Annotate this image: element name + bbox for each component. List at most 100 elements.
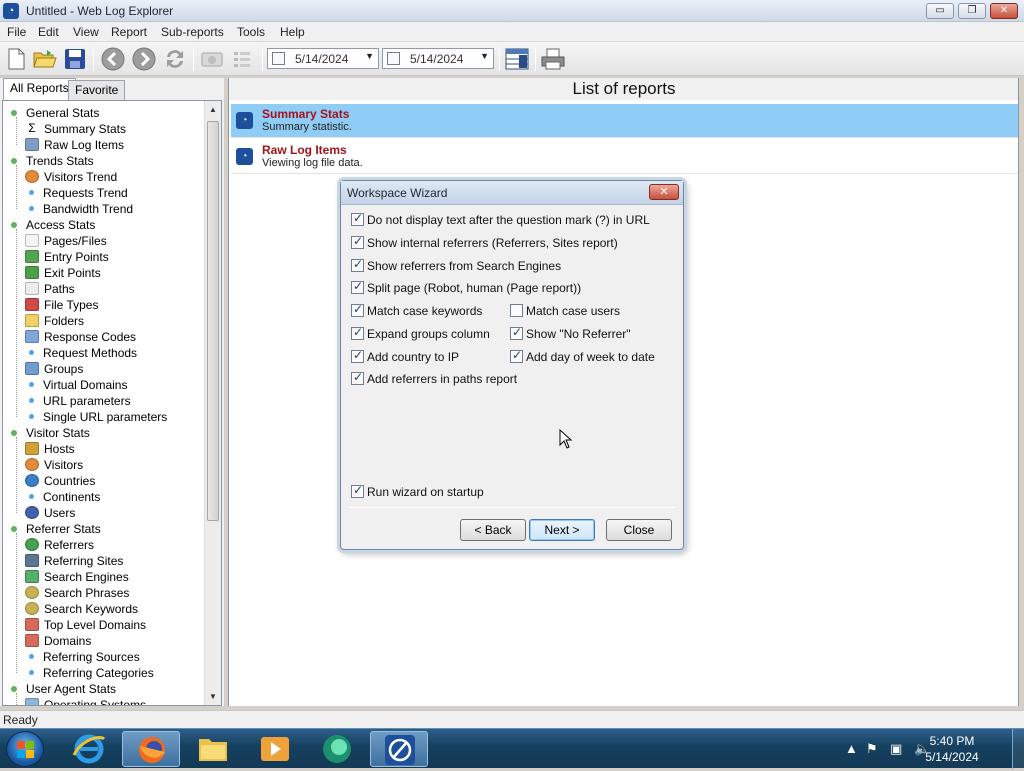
tree-item[interactable]: Hosts: [25, 441, 75, 457]
tree-item[interactable]: URL parameters: [25, 393, 131, 409]
media-player-icon[interactable]: [246, 731, 304, 767]
tree-item[interactable]: Top Level Domains: [25, 617, 146, 633]
option-expand-groups-column[interactable]: Expand groups column: [351, 325, 490, 342]
option-show-no-referrer[interactable]: Show "No Referrer": [510, 325, 631, 342]
tree-item[interactable]: Request Methods: [25, 345, 137, 361]
system-clock[interactable]: 5:40 PM 5/14/2024: [922, 733, 982, 765]
next-button[interactable]: Next >: [529, 519, 595, 541]
option-run-wizard-on-startup[interactable]: Run wizard on startup: [351, 483, 484, 500]
tree-item[interactable]: Search Engines: [25, 569, 129, 585]
tab-all-reports[interactable]: All Reports: [3, 78, 76, 100]
tree-group[interactable]: Visitor Stats: [11, 425, 90, 441]
list-view-icon[interactable]: [229, 46, 255, 72]
scroll-down-arrow-icon[interactable]: ▼: [209, 692, 217, 701]
refresh-icon[interactable]: [162, 46, 188, 72]
close-button[interactable]: ✕: [990, 3, 1018, 19]
tree-item[interactable]: Folders: [25, 313, 84, 329]
tree-item[interactable]: File Types: [25, 297, 98, 313]
chevron-down-icon[interactable]: ▼: [365, 51, 374, 61]
tree-item[interactable]: Response Codes: [25, 329, 136, 345]
option-match-case-keywords[interactable]: Match case keywords: [351, 302, 482, 319]
maximize-button[interactable]: ❐: [958, 3, 986, 19]
tree-item[interactable]: Visitors: [25, 457, 83, 473]
dialog-title-bar[interactable]: Workspace Wizard ✕: [341, 181, 683, 205]
tree-item[interactable]: Pages/Files: [25, 233, 107, 249]
tree-item[interactable]: Referrers: [25, 537, 94, 553]
tree-item[interactable]: Entry Points: [25, 249, 109, 265]
option-internal-referrers[interactable]: Show internal referrers (Referrers, Site…: [351, 234, 618, 251]
scrollbar-thumb[interactable]: [207, 121, 219, 521]
option-match-case-users[interactable]: Match case users: [510, 303, 620, 319]
tree-item[interactable]: Virtual Domains: [25, 377, 127, 393]
scroll-up-arrow-icon[interactable]: ▲: [209, 105, 217, 114]
tree-item[interactable]: Operating Systems: [25, 697, 146, 705]
internet-explorer-icon[interactable]: [60, 731, 118, 767]
columns-icon[interactable]: [504, 46, 530, 72]
menu-help[interactable]: Help: [280, 25, 305, 39]
back-arrow-icon[interactable]: [100, 46, 126, 72]
open-folder-icon[interactable]: [32, 46, 58, 72]
tree-item[interactable]: Groups: [25, 361, 83, 377]
close-dialog-button[interactable]: Close: [606, 519, 672, 541]
tree-item[interactable]: Single URL parameters: [25, 409, 167, 425]
checkbox[interactable]: [351, 483, 364, 499]
tab-favorite[interactable]: Favorite: [68, 80, 126, 100]
action-center-flag-icon[interactable]: ⚑: [866, 741, 878, 757]
option-split-page[interactable]: Split page (Robot, human (Page report)): [351, 279, 581, 296]
checkbox[interactable]: [351, 211, 364, 227]
network-icon[interactable]: ▣: [890, 741, 902, 757]
tree-item[interactable]: Referring Sites: [25, 553, 123, 569]
dialog-close-icon[interactable]: ✕: [649, 184, 679, 200]
tree-group[interactable]: Referrer Stats: [11, 521, 101, 537]
tree-group[interactable]: Trends Stats: [11, 153, 94, 169]
checkbox[interactable]: [510, 348, 523, 364]
menu-report[interactable]: Report: [111, 25, 147, 39]
checkbox[interactable]: [510, 304, 523, 318]
tree-item[interactable]: Domains: [25, 633, 91, 649]
web-log-explorer-icon[interactable]: [370, 731, 428, 767]
firefox-icon[interactable]: [122, 731, 180, 767]
back-button[interactable]: < Back: [460, 519, 526, 541]
chevron-down-icon[interactable]: ▼: [480, 51, 489, 61]
menu-tools[interactable]: Tools: [237, 25, 265, 39]
tree-item[interactable]: Users: [25, 505, 75, 521]
minimize-button[interactable]: ▭: [926, 3, 954, 19]
file-explorer-icon[interactable]: [184, 731, 242, 767]
tree-item[interactable]: Referring Sources: [25, 649, 140, 665]
show-hidden-icons-icon[interactable]: ▲: [845, 741, 858, 756]
start-button[interactable]: [6, 731, 44, 767]
checkbox[interactable]: [351, 370, 364, 386]
tree-scrollbar[interactable]: ▲ ▼: [204, 101, 221, 705]
date-to-picker[interactable]: 5/14/2024 ▼: [382, 48, 494, 69]
tree-item[interactable]: Raw Log Items: [25, 137, 124, 153]
menu-sub-reports[interactable]: Sub-reports: [161, 25, 224, 39]
filter-icon[interactable]: [199, 46, 225, 72]
show-desktop-button[interactable]: [1012, 729, 1024, 769]
checkbox[interactable]: [351, 325, 364, 341]
tree-item[interactable]: Requests Trend: [25, 185, 128, 201]
tree-item[interactable]: Continents: [25, 489, 100, 505]
option-search-engine-referrers[interactable]: Show referrers from Search Engines: [351, 257, 561, 274]
menu-edit[interactable]: Edit: [38, 25, 59, 39]
menu-file[interactable]: File: [7, 25, 26, 39]
forward-arrow-icon[interactable]: [131, 46, 157, 72]
tree-item[interactable]: Exit Points: [25, 265, 101, 281]
tree-group[interactable]: General Stats: [11, 105, 99, 121]
checkbox[interactable]: [351, 257, 364, 273]
save-icon[interactable]: [62, 46, 88, 72]
tree-item[interactable]: Referring Categories: [25, 665, 154, 681]
option-referrers-in-paths[interactable]: Add referrers in paths report: [351, 370, 517, 387]
new-document-icon[interactable]: [3, 46, 29, 72]
tree-item[interactable]: Bandwidth Trend: [25, 201, 133, 217]
tree-item[interactable]: Paths: [25, 281, 75, 297]
tree-item[interactable]: Σ Summary Stats: [25, 121, 126, 137]
tree-group[interactable]: User Agent Stats: [11, 681, 116, 697]
checkbox[interactable]: [351, 279, 364, 295]
print-icon[interactable]: [540, 46, 566, 72]
option-add-country-to-ip[interactable]: Add country to IP: [351, 348, 459, 365]
option-no-query-string[interactable]: Do not display text after the question m…: [351, 211, 650, 228]
checkbox[interactable]: [351, 348, 364, 364]
date-from-checkbox[interactable]: [272, 52, 285, 65]
green-app-icon[interactable]: [308, 731, 366, 767]
date-to-checkbox[interactable]: [387, 52, 400, 65]
